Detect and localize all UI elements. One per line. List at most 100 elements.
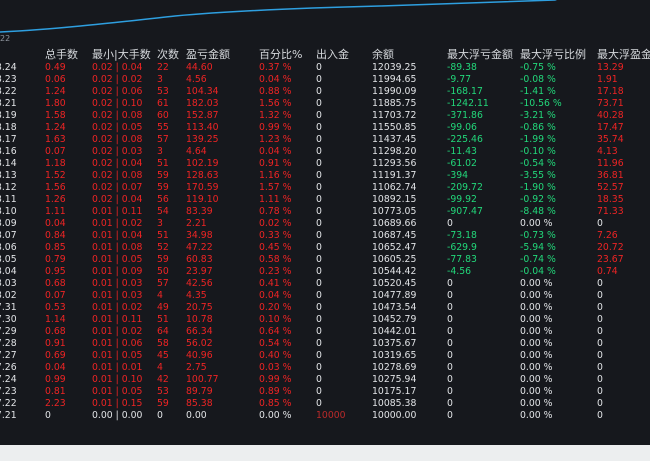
min-max-lots-cell: 0.02 | 0.10	[92, 98, 143, 109]
min-max-lots-cell: 0.02 | 0.02	[92, 74, 143, 85]
max-floating-loss-cell: -907.47	[447, 206, 483, 217]
max-floating-profit-cell: 7.26	[597, 230, 618, 241]
max-floating-loss-cell: -9.77	[447, 74, 472, 85]
table-row[interactable]: 08.21 1.80 0.02 | 0.10 61 182.03 1.56 % 0 11885…	[0, 98, 650, 110]
table-row[interactable]: 07.21 0 0.00 | 0.00 0 0.00 0.00 % 10000 10000.0…	[0, 410, 650, 422]
trade-count-cell: 59	[157, 170, 169, 181]
column-header-2[interactable]: 次数	[157, 48, 179, 61]
table-row[interactable]: 08.07 0.84 0.01 | 0.04 51 34.98 0.33 % 0 10687.…	[0, 230, 650, 242]
table-row[interactable]: 08.17 1.63 0.02 | 0.08 57 139.25 1.23 % 0 11437…	[0, 134, 650, 146]
trade-count-cell: 58	[157, 338, 169, 349]
max-floating-loss-pct-cell: 0.00 %	[520, 278, 553, 289]
column-header-7[interactable]: 最大浮亏金额	[447, 48, 513, 61]
table-row[interactable]: 07.28 0.91 0.01 | 0.06 58 56.02 0.54 % 0 10375.…	[0, 338, 650, 350]
date-cell: 07.23	[0, 386, 17, 397]
table-row[interactable]: 08.19 1.58 0.02 | 0.08 60 152.87 1.32 % 0 11703…	[0, 110, 650, 122]
max-floating-loss-pct-cell: -0.86 %	[520, 122, 556, 133]
pnl-cell: 10.78	[186, 314, 213, 325]
table-row[interactable]: 08.04 0.95 0.01 | 0.09 50 23.97 0.23 % 0 10544.…	[0, 266, 650, 278]
balance-cell: 11437.45	[372, 134, 417, 145]
table-row[interactable]: 07.31 0.53 0.01 | 0.02 49 20.75 0.20 % 0 10473.…	[0, 302, 650, 314]
min-max-lots-cell: 0.01 | 0.02	[92, 218, 143, 229]
balance-cell: 10375.67	[372, 338, 417, 349]
column-header-0[interactable]: 总手数	[45, 48, 78, 61]
column-header-8[interactable]: 最大浮亏比例	[520, 48, 586, 61]
column-header-3[interactable]: 盈亏金额	[186, 48, 230, 61]
table-row[interactable]: 08.24 0.49 0.02 | 0.04 22 44.60 0.37 % 0 12039.…	[0, 62, 650, 74]
max-floating-profit-cell: 0.74	[597, 266, 618, 277]
max-floating-profit-cell: 0	[597, 290, 603, 301]
trade-count-cell: 56	[157, 194, 169, 205]
pnl-cell: 4.56	[186, 74, 207, 85]
min-max-lots-cell: 0.02 | 0.06	[92, 86, 143, 97]
table-row[interactable]: 07.27 0.69 0.01 | 0.05 45 40.96 0.40 % 0 10319.…	[0, 350, 650, 362]
max-floating-profit-cell: 0	[597, 314, 603, 325]
max-floating-loss-pct-cell: 0.00 %	[520, 314, 553, 325]
max-floating-loss-cell: -225.46	[447, 134, 483, 145]
trade-count-cell: 22	[157, 62, 169, 73]
max-floating-profit-cell: 52.57	[597, 182, 624, 193]
pnl-cell: 42.56	[186, 278, 213, 289]
total-lots-cell: 1.24	[45, 86, 66, 97]
table-row[interactable]: 08.06 0.85 0.01 | 0.08 52 47.22 0.45 % 0 10652.…	[0, 242, 650, 254]
balance-cell: 10452.79	[372, 314, 417, 325]
table-row[interactable]: 07.22 2.23 0.01 | 0.15 59 85.38 0.85 % 0 10085.…	[0, 398, 650, 410]
table-row[interactable]: 07.23 0.81 0.01 | 0.05 53 89.79 0.89 % 0 10175.…	[0, 386, 650, 398]
trade-count-cell: 53	[157, 386, 169, 397]
trade-count-cell: 42	[157, 374, 169, 385]
table-row[interactable]: 08.05 0.79 0.01 | 0.05 59 60.83 0.58 % 0 10605.…	[0, 254, 650, 266]
max-floating-loss-pct-cell: -3.55 %	[520, 170, 556, 181]
pnl-cell: 2.21	[186, 218, 207, 229]
max-floating-loss-pct-cell: 0.00 %	[520, 374, 553, 385]
table-row[interactable]: 07.24 0.99 0.01 | 0.10 42 100.77 0.99 % 0 10275…	[0, 374, 650, 386]
table-row[interactable]: 08.10 1.11 0.01 | 0.11 54 83.39 0.78 % 0 10773.…	[0, 206, 650, 218]
table-row[interactable]: 08.03 0.68 0.01 | 0.03 57 42.56 0.41 % 0 10520.…	[0, 278, 650, 290]
table-row[interactable]: 08.18 1.24 0.02 | 0.05 55 113.40 0.99 % 0 11550…	[0, 122, 650, 134]
pnl-cell: 44.60	[186, 62, 213, 73]
date-cell: 08.12	[0, 182, 17, 193]
column-header-4[interactable]: 百分比%	[259, 48, 302, 61]
table-row[interactable]: 08.13 1.52 0.02 | 0.08 59 128.63 1.16 % 0 11191…	[0, 170, 650, 182]
column-header-6[interactable]: 余额	[372, 48, 394, 61]
percent-cell: 0.02 %	[259, 218, 292, 229]
table-row[interactable]: 08.23 0.06 0.02 | 0.02 3 4.56 0.04 % 0 11994.65…	[0, 74, 650, 86]
date-cell: 08.03	[0, 278, 17, 289]
table-row[interactable]: 08.22 1.24 0.02 | 0.06 53 104.34 0.88 % 0 11990…	[0, 86, 650, 98]
min-max-lots-cell: 0.02 | 0.08	[92, 170, 143, 181]
trade-count-cell: 57	[157, 134, 169, 145]
max-floating-profit-cell: 20.72	[597, 242, 624, 253]
table-row[interactable]: 08.12 1.56 0.02 | 0.07 59 170.59 1.57 % 0 11062…	[0, 182, 650, 194]
deposit-withdraw-cell: 0	[316, 134, 322, 145]
max-floating-profit-cell: 23.67	[597, 254, 624, 265]
total-lots-cell: 0.99	[45, 374, 66, 385]
total-lots-cell: 0.68	[45, 326, 66, 337]
column-header-9[interactable]: 最大浮盈金	[597, 48, 650, 61]
table-row[interactable]: 08.14 1.18 0.02 | 0.04 51 102.19 0.91 % 0 11293…	[0, 158, 650, 170]
trade-count-cell: 64	[157, 326, 169, 337]
deposit-withdraw-cell: 0	[316, 266, 322, 277]
max-floating-loss-pct-cell: -3.21 %	[520, 110, 556, 121]
pnl-cell: 100.77	[186, 374, 219, 385]
column-header-1[interactable]: 最小|大手数	[92, 48, 151, 61]
table-row[interactable]: 08.09 0.04 0.01 | 0.02 3 2.21 0.02 % 0 10689.66…	[0, 218, 650, 230]
deposit-withdraw-cell: 0	[316, 278, 322, 289]
table-row[interactable]: 08.16 0.07 0.02 | 0.03 3 4.64 0.04 % 0 11298.20…	[0, 146, 650, 158]
percent-cell: 0.20 %	[259, 302, 292, 313]
balance-cell: 11885.75	[372, 98, 417, 109]
max-floating-loss-cell: 0	[447, 362, 453, 373]
total-lots-cell: 0.84	[45, 230, 66, 241]
max-floating-loss-pct-cell: -0.92 %	[520, 194, 556, 205]
date-cell: 08.05	[0, 254, 17, 265]
total-lots-cell: 1.14	[45, 314, 66, 325]
balance-cell: 10652.47	[372, 242, 417, 253]
column-header-5[interactable]: 出入金	[316, 48, 349, 61]
table-row[interactable]: 08.02 0.07 0.01 | 0.03 4 4.35 0.04 % 0 10477.89…	[0, 290, 650, 302]
table-row[interactable]: 07.29 0.68 0.01 | 0.02 64 66.34 0.64 % 0 10442.…	[0, 326, 650, 338]
max-floating-loss-pct-cell: -0.74 %	[520, 254, 556, 265]
table-row[interactable]: 07.30 1.14 0.01 | 0.11 51 10.78 0.10 % 0 10452.…	[0, 314, 650, 326]
max-floating-profit-cell: 40.28	[597, 110, 624, 121]
table-row[interactable]: 08.11 1.26 0.02 | 0.04 56 119.10 1.11 % 0 10892…	[0, 194, 650, 206]
trade-count-cell: 59	[157, 182, 169, 193]
deposit-withdraw-cell: 10000	[316, 410, 346, 421]
table-row[interactable]: 07.26 0.04 0.01 | 0.01 4 2.75 0.03 % 0 10278.69…	[0, 362, 650, 374]
